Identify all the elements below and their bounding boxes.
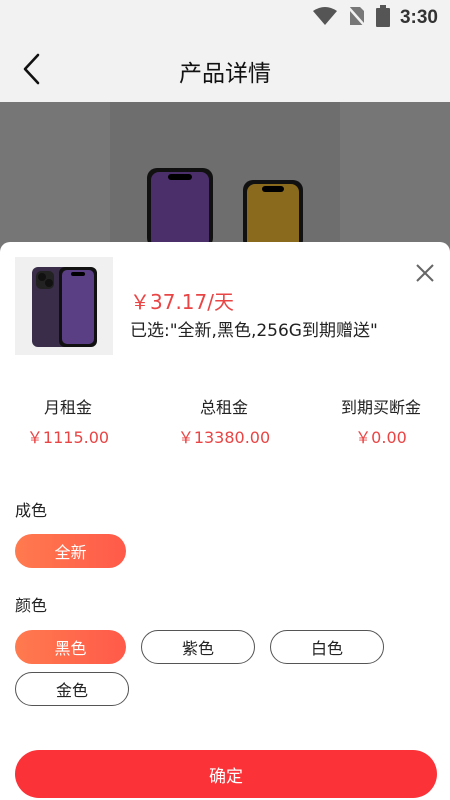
page-title: 产品详情 xyxy=(179,61,271,87)
stat-label: 月租金 xyxy=(43,398,92,417)
color-option-black[interactable]: 黑色 xyxy=(15,630,126,664)
nav-bar: 产品详情 xyxy=(0,36,450,102)
stat-total-rent: 总租金 ￥13380.00 xyxy=(149,394,299,448)
confirm-button[interactable]: 确定 xyxy=(15,750,437,798)
condition-option-new[interactable]: 全新 xyxy=(15,534,126,568)
product-thumbnail xyxy=(15,257,113,355)
stat-value: ￥0.00 xyxy=(355,428,407,447)
status-time: 3:30 xyxy=(399,7,438,28)
stat-monthly-rent: 月租金 ￥1115.00 xyxy=(0,394,143,448)
no-sim-icon xyxy=(348,5,366,31)
stat-buyout: 到期买断金 ￥0.00 xyxy=(306,394,450,448)
stat-label: 总租金 xyxy=(199,398,248,417)
color-option-gold[interactable]: 金色 xyxy=(15,672,129,706)
wifi-icon xyxy=(312,6,338,30)
stat-label: 到期买断金 xyxy=(340,398,421,417)
close-icon xyxy=(416,264,434,282)
daily-price: ￥37.17/天 xyxy=(130,290,234,314)
close-button[interactable] xyxy=(414,262,436,284)
color-option-purple[interactable]: 紫色 xyxy=(141,630,255,664)
stat-value: ￥13380.00 xyxy=(177,428,271,447)
color-title: 颜色 xyxy=(15,596,48,615)
selected-spec: 已选:"全新,黑色,256G到期赠送" xyxy=(130,321,378,341)
stat-value: ￥1115.00 xyxy=(26,428,110,447)
color-option-white[interactable]: 白色 xyxy=(270,630,384,664)
hero-product-image xyxy=(0,102,450,252)
condition-title: 成色 xyxy=(15,501,48,520)
product-options-sheet: ￥37.17/天 已选:"全新,黑色,256G到期赠送" 月租金 ￥1115.0… xyxy=(0,242,450,800)
battery-icon xyxy=(375,5,390,31)
status-bar: 3:30 xyxy=(0,0,450,36)
